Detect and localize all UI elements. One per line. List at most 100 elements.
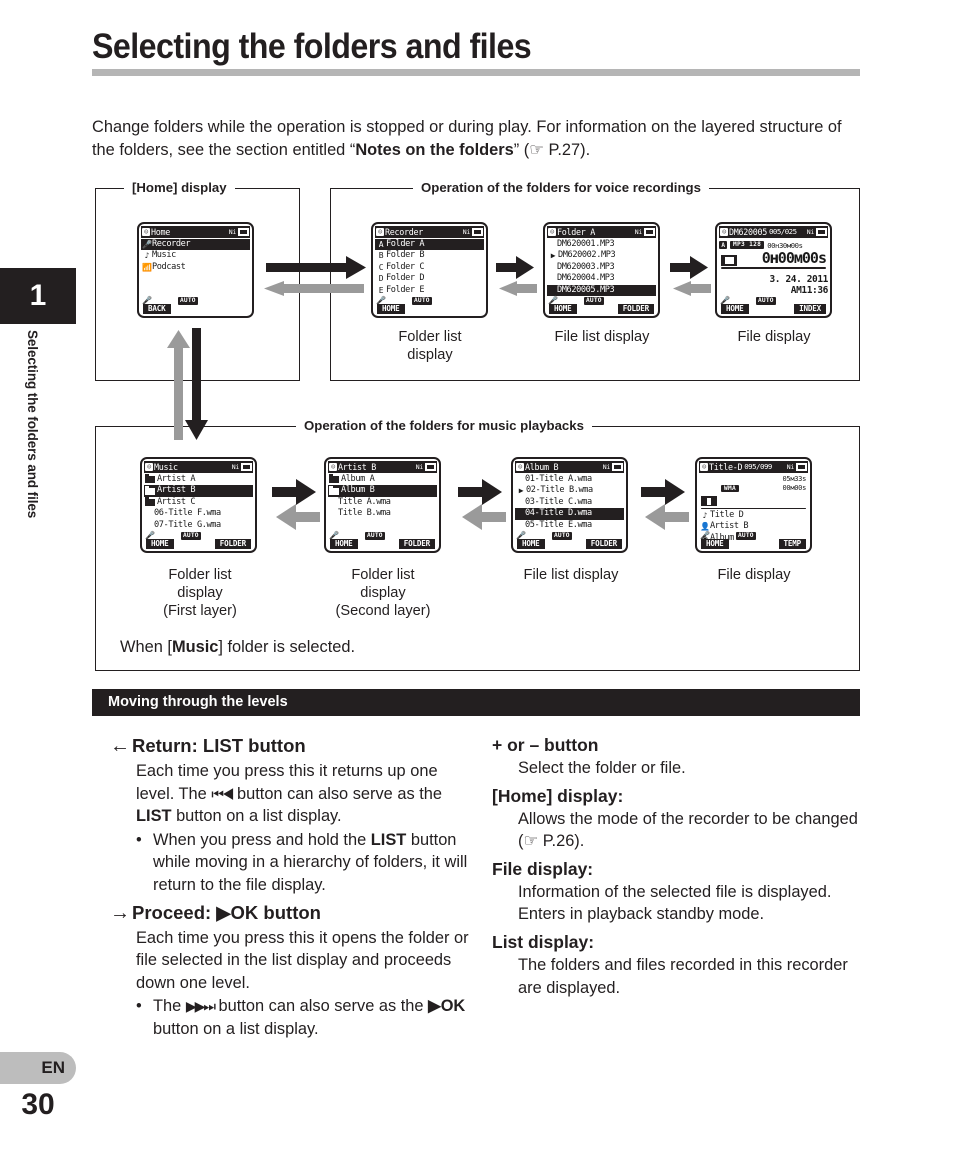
folder-badge-icon: A	[378, 240, 384, 249]
hold-icon: ☺	[720, 228, 728, 236]
lcd-row-list: A Folder A B Folder B C Folder C D Folde…	[375, 238, 484, 296]
softkey-home[interactable]: HOME	[549, 304, 577, 314]
language-badge: EN	[0, 1052, 76, 1084]
paragraph-home-display: Allows the mode of the recorder to be ch…	[518, 809, 858, 851]
lcd-row-label: 02-Title B.wma	[526, 485, 593, 496]
lcd-row-folder-d[interactable]: D Folder D	[375, 273, 484, 284]
lcd-row-label: DM620002.MP3	[558, 250, 616, 261]
bullet-dot: •	[136, 997, 142, 1016]
lcd-title: Title-D	[709, 462, 743, 472]
lcd-row-label: 01-Title A.wma	[525, 474, 592, 484]
lcd-row-file[interactable]: 03-Title C.wma	[515, 497, 624, 508]
lcd-row-folder-a[interactable]: A Folder A	[375, 239, 484, 251]
lcd-row-label: Artist B	[157, 485, 196, 496]
lcd-row-file[interactable]: 01-Title A.wma	[515, 474, 624, 485]
lcd-row-folder-b[interactable]: B Folder B	[375, 250, 484, 261]
folder-badge-icon: D	[378, 274, 384, 284]
lcd-row-file[interactable]: ▶ DM620002.MP3	[547, 250, 656, 261]
intro-text-b: ” (☞ P.27).	[513, 141, 591, 159]
lcd-row-label: 04-Title D.wma	[525, 508, 592, 519]
podcast-icon: 📶	[142, 262, 152, 272]
caption-voice-folder-list: Folder list display	[398, 329, 462, 363]
folder-badge-icon: C	[378, 262, 384, 272]
hold-icon: ☺	[700, 463, 708, 471]
chapter-side-title: Selecting the folders and files	[25, 330, 40, 519]
softkey-folder[interactable]: FOLDER	[617, 304, 654, 314]
hold-icon: ☺	[329, 463, 337, 471]
heading-text-post: button	[243, 735, 306, 756]
bullet-ffwd-ok: • The ▶▶⏭ button can also serve as the ▶…	[136, 995, 475, 1040]
battery-icon	[612, 463, 623, 471]
lcd-row-file[interactable]: 06-Title F.wma	[144, 508, 253, 519]
lcd-row-label: Album A	[341, 474, 375, 484]
play-glyph-icon: ▶	[216, 901, 231, 923]
heading-proceed-ok-button: → Proceed: ▶OK button	[110, 900, 475, 926]
folder-icon	[145, 474, 155, 484]
softkey-index[interactable]: INDEX	[794, 304, 826, 314]
lcd-row-artist-a[interactable]: Artist A	[144, 474, 253, 485]
lcd-row-file[interactable]: DM620003.MP3	[547, 262, 656, 273]
lcd-row-album-b[interactable]: Album B	[328, 485, 437, 497]
lcd-title: Recorder	[385, 227, 423, 237]
hold-icon: ☺	[548, 228, 556, 236]
softkey-home[interactable]: HOME	[330, 539, 358, 549]
caption-music-folder-list-1: Folder list display (First layer)	[163, 567, 237, 619]
title-underline-rule	[92, 69, 860, 76]
intro-paragraph: Change folders while the operation is st…	[92, 116, 864, 162]
music-note-icon: ♪	[144, 251, 150, 261]
arrow-right-icon: →	[110, 901, 130, 924]
lcd-row-file[interactable]: Title B.wma	[328, 508, 437, 519]
heading-plus-minus-button: + or – button	[492, 735, 599, 755]
lcd-title: Music	[154, 462, 178, 472]
lcd-row-artist-b[interactable]: Artist B	[144, 485, 253, 497]
battery-type-label: Ni	[602, 463, 611, 471]
bullet-press-hold-list: • When you press and hold the LIST butto…	[136, 829, 475, 897]
lcd-row-label: Recorder	[152, 239, 191, 249]
lcd-row-podcast[interactable]: 📶 Podcast	[141, 262, 250, 273]
lcd-row-file[interactable]: ▶ 02-Title B.wma	[515, 485, 624, 496]
fast-forward-button-icon: ▶▶⏭	[185, 998, 216, 1015]
lcd-row-music[interactable]: ♪ Music	[141, 250, 250, 261]
lcd-title: Artist B	[338, 462, 376, 472]
paragraph-return-list: Each time you press this it returns up o…	[136, 760, 475, 828]
lcd-row-album-a[interactable]: Album A	[328, 474, 437, 485]
lcd-row-label: DM620004.MP3	[557, 273, 615, 284]
heading-text-bold: LIST	[202, 735, 244, 756]
lcd-title: Folder A	[557, 227, 595, 237]
play-marker-icon: ▶	[518, 486, 524, 496]
page-number: 30	[21, 1088, 55, 1121]
lcd-row-recorder[interactable]: 🎤 Recorder	[141, 239, 250, 251]
heading-text-pre: Return:	[132, 735, 203, 756]
battery-type-label: Ni	[634, 228, 643, 236]
softkey-folder[interactable]: FOLDER	[214, 539, 251, 549]
lcd-row-label: Album B	[341, 485, 375, 496]
softkey-home[interactable]: HOME	[517, 539, 545, 549]
softkey-back[interactable]: BACK	[143, 304, 171, 314]
lcd-album-b-file-list: ☺ Album B Ni 01-Title A.wma ▶ 02-Title B…	[511, 457, 628, 553]
softkey-home[interactable]: HOME	[721, 304, 749, 314]
heading-return-list-button: ← Return: LIST button	[110, 733, 475, 759]
softkey-home[interactable]: HOME	[377, 304, 405, 314]
softkey-temp[interactable]: TEMP	[778, 539, 806, 549]
softkey-home[interactable]: HOME	[701, 539, 729, 549]
battery-icon	[238, 228, 249, 236]
softkey-folder[interactable]: FOLDER	[398, 539, 435, 549]
softkey-folder[interactable]: FOLDER	[585, 539, 622, 549]
lcd-row-folder-c[interactable]: C Folder C	[375, 262, 484, 273]
lcd-row-label: Folder D	[386, 273, 425, 284]
folder-badge-icon: B	[378, 251, 384, 261]
battery-type-label: Ni	[462, 228, 471, 236]
lcd-row-file-selected[interactable]: 04-Title D.wma	[515, 508, 624, 520]
folder-icon	[145, 485, 155, 495]
lcd-row-file[interactable]: DM620001.MP3	[547, 239, 656, 250]
heading-text-bold: Home	[497, 785, 547, 806]
lcd-row-artist-c[interactable]: Artist C	[144, 497, 253, 508]
lcd-title-bar: ☺ Recorder Ni	[375, 226, 484, 238]
file-counter: 095/099	[744, 462, 772, 471]
battery-type-label: Ni	[806, 228, 815, 236]
lcd-music-file-display: ☺ Title-D 095/099 Ni WMA 05м33ѕ 00м00ѕ ♪…	[695, 457, 812, 553]
lcd-recorder-folder-list: ☺ Recorder Ni A Folder A B Folder B C Fo…	[371, 222, 488, 318]
softkey-home[interactable]: HOME	[146, 539, 174, 549]
lcd-row-file[interactable]: DM620004.MP3	[547, 273, 656, 284]
lcd-row-file[interactable]: Title A.wma	[328, 497, 437, 508]
